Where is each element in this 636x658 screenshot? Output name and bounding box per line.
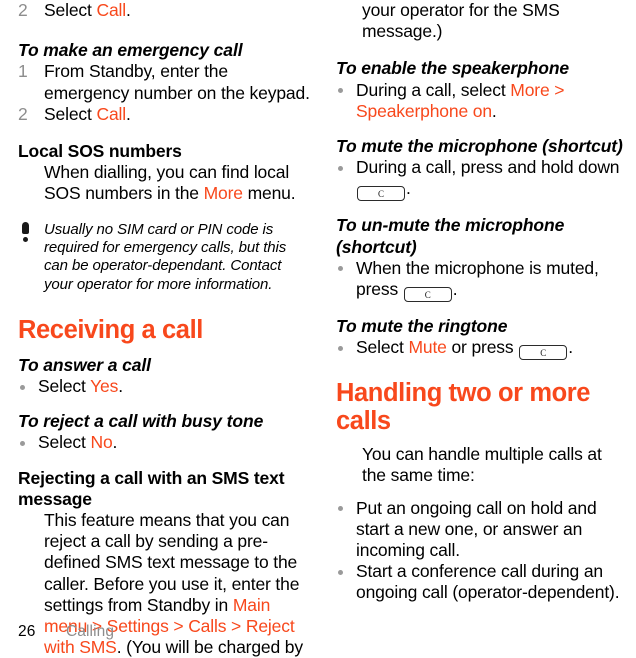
heading-receiving-a-call: Receiving a call bbox=[18, 315, 203, 344]
ui-reference-call[interactable]: Call bbox=[96, 0, 126, 20]
bullet-enable-speakerphone: During a call, select More > Speakerphon… bbox=[336, 80, 628, 122]
text-before: During a call, select bbox=[356, 79, 511, 100]
step-emergency-1: 1 From Standby, enter the emergency numbe… bbox=[18, 61, 310, 103]
text-before: Select bbox=[356, 337, 409, 358]
note-block: Usually no SIM card or PIN code is requi… bbox=[18, 221, 310, 294]
bullet-text: Start a conference call during an ongoin… bbox=[356, 561, 620, 603]
step-text: Select bbox=[44, 103, 97, 124]
page-footer: 26 Calling bbox=[18, 623, 318, 641]
text-after: . bbox=[118, 376, 123, 397]
bullet-mute-microphone: During a call, press and hold down C. bbox=[336, 157, 628, 202]
bullet-conference-call: Start a conference call during an ongoin… bbox=[336, 561, 628, 603]
heading-local-sos-numbers: Local SOS numbers bbox=[18, 141, 182, 162]
bullet-dot-icon bbox=[20, 384, 25, 390]
heading-make-emergency-call: To make an emergency call bbox=[18, 40, 243, 61]
step-text: Select bbox=[44, 0, 97, 20]
paragraph-local-sos: When dialling, you can find local SOS nu… bbox=[44, 162, 310, 204]
bullet-dot-icon bbox=[338, 345, 343, 351]
ui-reference-no[interactable]: No bbox=[90, 432, 112, 452]
manual-page: 2 Select Call. To make an emergency call … bbox=[0, 0, 636, 658]
footer-section-label: Calling bbox=[66, 623, 115, 640]
heading-mute-microphone: To mute the microphone (shortcut) bbox=[336, 136, 623, 157]
heading-enable-speakerphone: To enable the speakerphone bbox=[336, 58, 570, 79]
left-column: 2 Select Call. To make an emergency call … bbox=[18, 0, 310, 658]
heading-to-reject-busy-tone: To reject a call with busy tone bbox=[18, 411, 264, 432]
ui-reference-mute[interactable]: Mute bbox=[408, 337, 446, 357]
text-before: When the microphone is muted, press bbox=[356, 257, 599, 300]
ui-reference-call[interactable]: Call bbox=[96, 104, 126, 124]
text-before: During a call, press and hold down bbox=[356, 157, 620, 178]
step-emergency-2: 2 Select Call. bbox=[18, 104, 310, 125]
step-text-tail: . bbox=[126, 0, 131, 20]
text-before: Select bbox=[38, 432, 91, 453]
text-after: menu. bbox=[242, 183, 296, 204]
bullet-reject-call: Select No. bbox=[18, 432, 310, 453]
step-text: From Standby, enter the emergency number… bbox=[44, 61, 310, 103]
bullet-dot-icon bbox=[338, 569, 343, 575]
text-after: . bbox=[491, 100, 497, 121]
step-number: 2 bbox=[18, 0, 28, 20]
text-before: Select bbox=[38, 376, 91, 397]
text-after: . bbox=[112, 432, 118, 453]
bullet-unmute-microphone: When the microphone is muted, press C. bbox=[336, 257, 628, 303]
exclamation-icon bbox=[21, 221, 30, 246]
bullet-hold-and-start-new: Put an ongoing call on hold and start a … bbox=[336, 498, 628, 562]
step-number: 1 bbox=[18, 61, 28, 82]
heading-mute-ringtone: To mute the ringtone bbox=[336, 316, 508, 337]
heading-to-answer-a-call: To answer a call bbox=[18, 354, 151, 375]
heading-unmute-microphone: To un-mute the microphone (shortcut) bbox=[336, 215, 565, 257]
bullet-dot-icon bbox=[338, 165, 343, 171]
bullet-dot-icon bbox=[338, 266, 343, 272]
heading-rejecting-with-sms: Rejecting a call with an SMS text messag… bbox=[18, 467, 285, 509]
text-after: . bbox=[452, 279, 458, 300]
clear-key-icon[interactable]: C bbox=[519, 345, 568, 361]
bullet-text: Put an ongoing call on hold and start a … bbox=[356, 497, 597, 561]
heading-handling-two-or-more-calls: Handling two or more calls bbox=[336, 379, 591, 436]
ui-reference-yes[interactable]: Yes bbox=[90, 376, 118, 396]
ui-reference-more[interactable]: More bbox=[204, 183, 243, 203]
paragraph-continuation: your operator for the SMS message.) bbox=[362, 0, 560, 42]
step-number: 2 bbox=[18, 103, 28, 124]
bullet-dot-icon bbox=[338, 88, 343, 94]
bullet-mute-ringtone: Select Mute or press C. bbox=[336, 337, 628, 361]
bullet-dot-icon bbox=[338, 506, 343, 512]
step-text-tail: . bbox=[126, 103, 131, 124]
text-mid: or press bbox=[446, 337, 519, 358]
page-number: 26 bbox=[18, 623, 36, 640]
step-select-call: 2 Select Call. bbox=[18, 0, 310, 21]
paragraph-handling-intro: You can handle multiple calls at the sam… bbox=[362, 444, 602, 486]
text-after: . bbox=[568, 337, 573, 358]
bullet-answer-call: Select Yes. bbox=[18, 376, 310, 397]
bullet-dot-icon bbox=[20, 440, 25, 446]
clear-key-icon[interactable]: C bbox=[357, 186, 405, 202]
clear-key-icon[interactable]: C bbox=[403, 287, 452, 303]
text-after: . bbox=[406, 178, 411, 199]
right-column: your operator for the SMS message.) To e… bbox=[336, 0, 628, 604]
note-text: Usually no SIM card or PIN code is requi… bbox=[44, 220, 287, 293]
